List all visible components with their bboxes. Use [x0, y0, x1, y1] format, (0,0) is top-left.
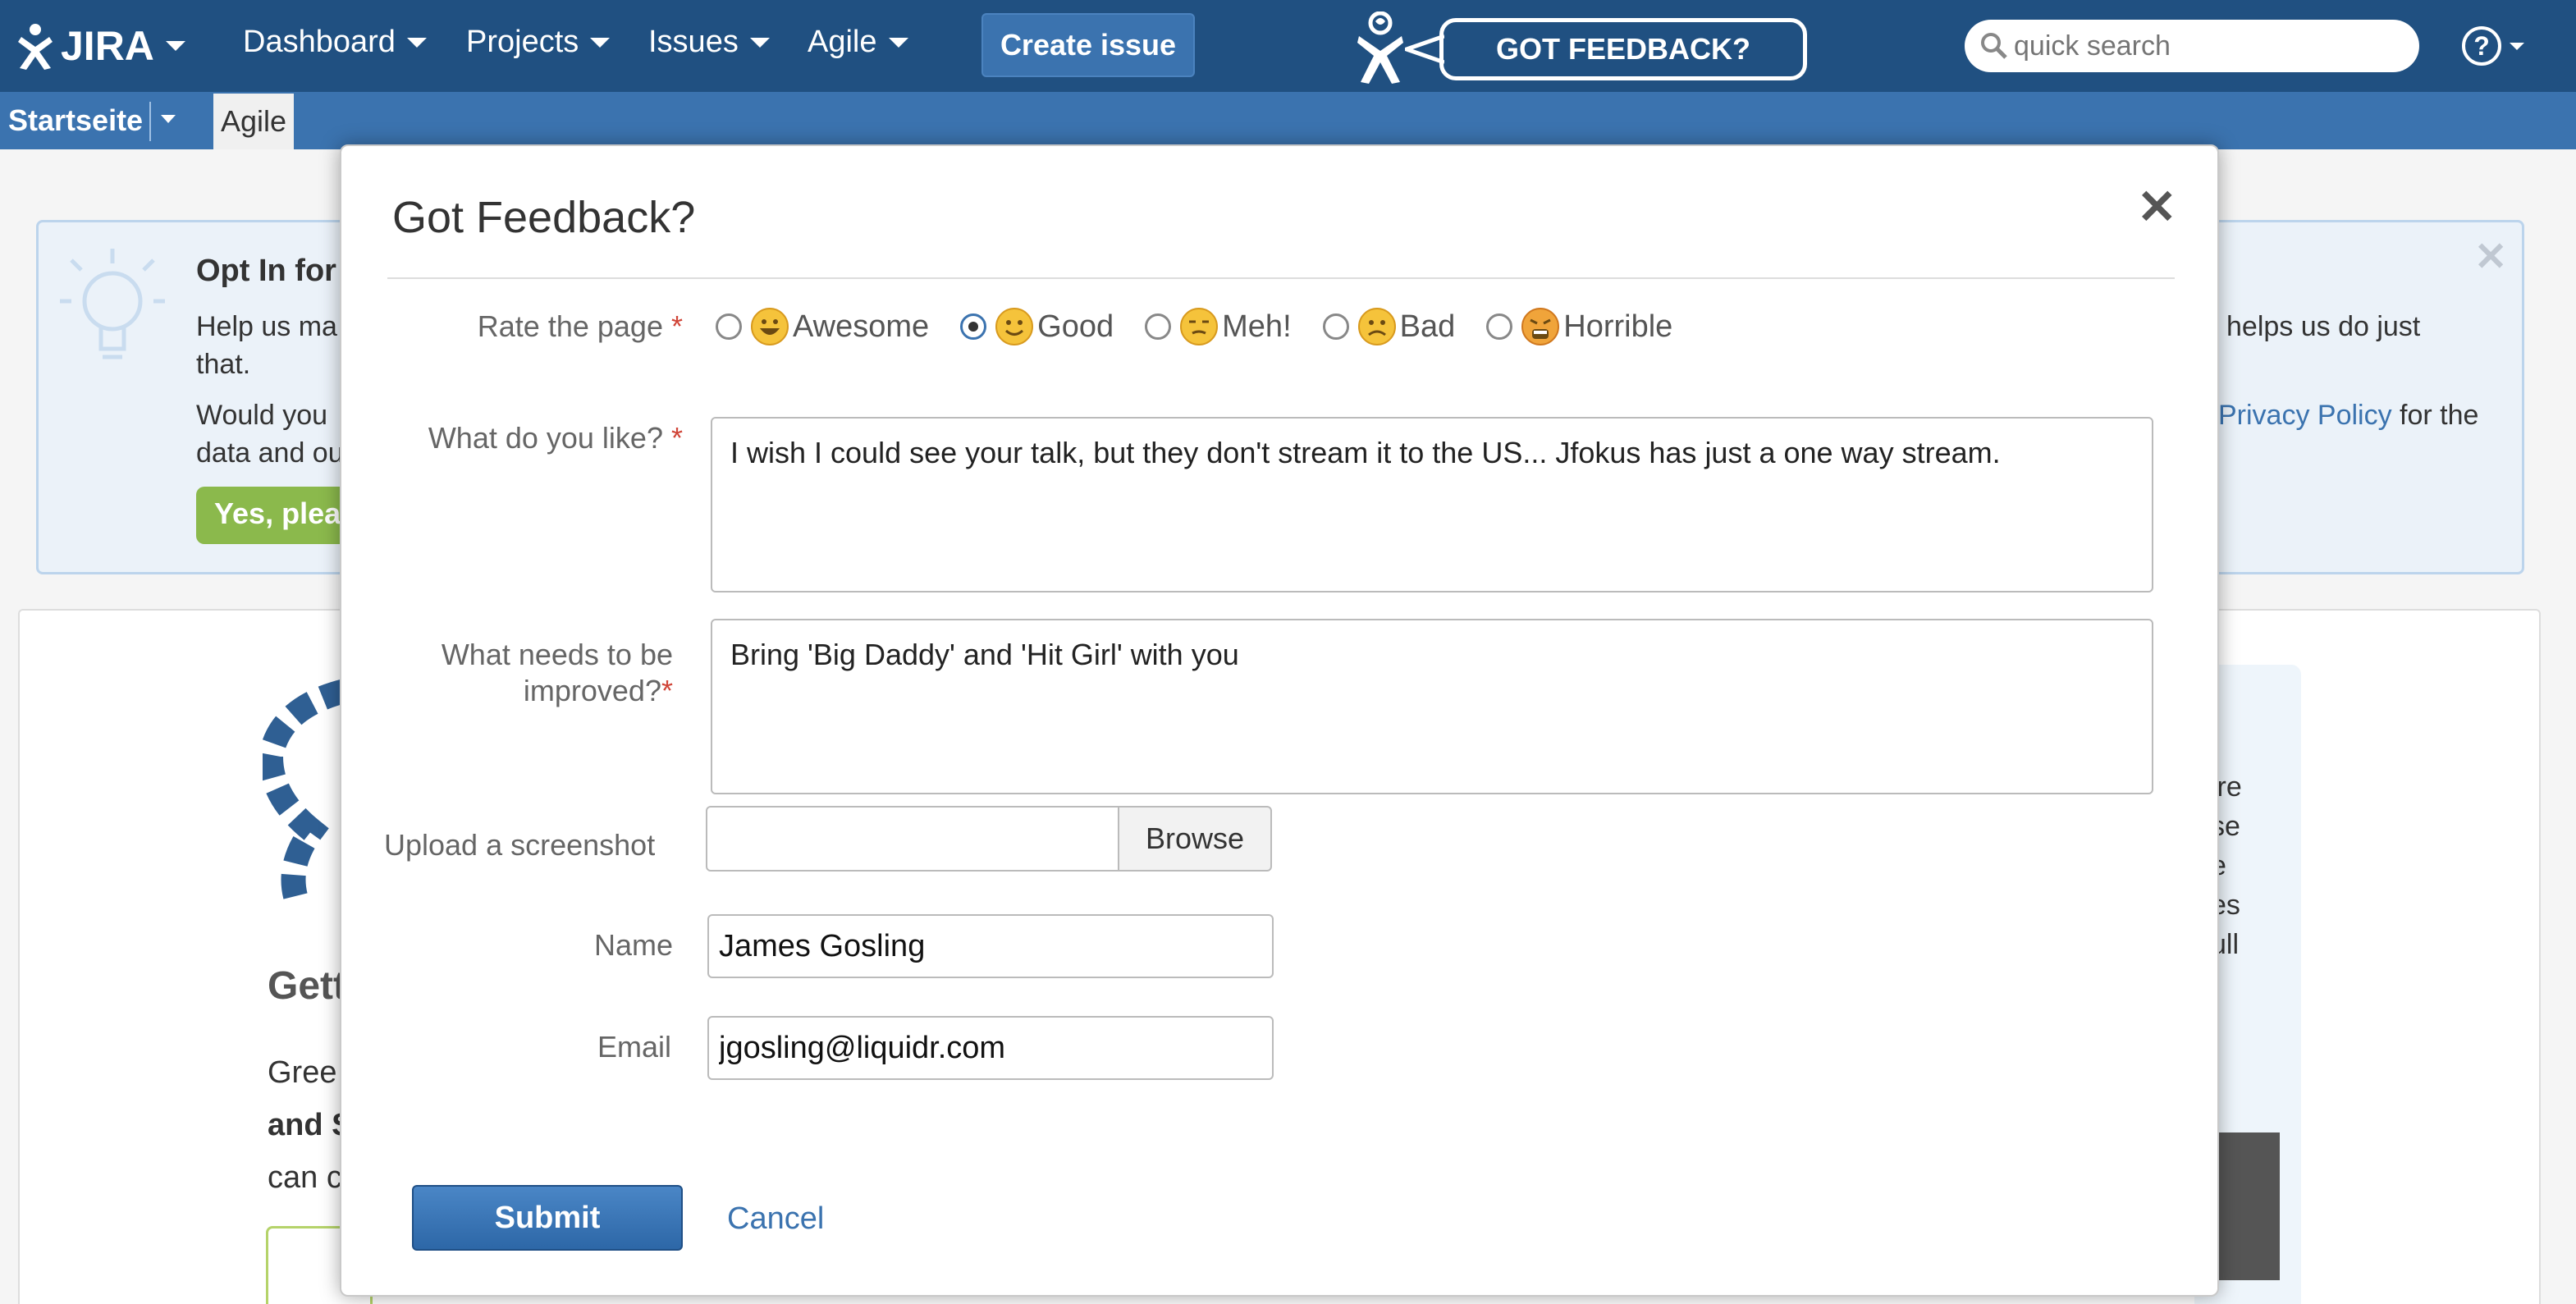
- name-field[interactable]: [707, 914, 1274, 978]
- rating-label-meh: Meh!: [1222, 309, 1292, 344]
- smiley-meh-icon: [1180, 308, 1219, 345]
- rating-radio-awesome[interactable]: [716, 313, 742, 340]
- required-marker: *: [661, 674, 673, 707]
- nav-issues[interactable]: Issues: [648, 25, 770, 60]
- required-marker: *: [670, 309, 683, 343]
- nav-agile-label: Agile: [808, 25, 877, 59]
- rating-radio-good[interactable]: [960, 313, 987, 340]
- opt-in-text-1-start: Help us ma: [196, 311, 337, 342]
- dialog-divider: [387, 277, 2175, 279]
- like-label-text: What do you like?: [428, 421, 663, 455]
- video-thumbnail[interactable]: [2211, 1132, 2280, 1280]
- nav-issues-label: Issues: [648, 25, 739, 59]
- email-label: Email: [597, 1030, 671, 1064]
- opt-in-title: Opt In for: [196, 254, 336, 288]
- startseite-dropdown[interactable]: [149, 102, 182, 141]
- rating-label-awesome: Awesome: [793, 309, 930, 344]
- upload-screenshot-label: Upload a screenshot: [384, 828, 656, 862]
- nav-projects[interactable]: Projects: [466, 25, 611, 60]
- privacy-policy-link[interactable]: Privacy Policy: [2218, 400, 2392, 431]
- opt-in-text-2: Would you data and ou: [196, 396, 360, 472]
- rating-option-good[interactable]: Good: [960, 307, 1114, 346]
- smiley-good-icon: [995, 308, 1034, 345]
- startseite-link[interactable]: Startseite: [8, 103, 143, 138]
- chevron-down-icon: [590, 37, 611, 48]
- rate-the-page-label: Rate the page *: [341, 309, 683, 345]
- jira-logo[interactable]: JIRA: [16, 16, 185, 75]
- rating-radio-horrible[interactable]: [1486, 313, 1513, 340]
- close-icon[interactable]: ✕: [2474, 234, 2507, 280]
- dialog-title: Got Feedback?: [392, 193, 696, 242]
- name-label: Name: [593, 928, 673, 962]
- feedback-mascot-icon[interactable]: [1356, 11, 1405, 85]
- rating-radio-meh[interactable]: [1145, 313, 1172, 340]
- lightbulb-icon: [60, 249, 165, 359]
- nav-dashboard-label: Dashboard: [243, 25, 396, 59]
- rating-group: Awesome Good Meh! Bad Horrible: [716, 302, 1704, 351]
- search-input[interactable]: [2014, 30, 2400, 62]
- smiley-horrible-icon: [1521, 308, 1560, 345]
- feedback-dialog: Got Feedback? ✕ Rate the page * Awesome …: [340, 144, 2219, 1297]
- opt-in-text-1: Help us ma that.: [196, 308, 360, 383]
- opt-in-text-2-wrap: data and ou: [196, 437, 344, 469]
- jira-logo-text: JIRA: [61, 23, 154, 69]
- rating-option-meh[interactable]: Meh!: [1145, 307, 1292, 346]
- nav-agile[interactable]: Agile: [808, 25, 908, 60]
- opt-in-text-1-wrap: that.: [196, 349, 251, 380]
- submit-button[interactable]: Submit: [412, 1185, 683, 1251]
- nav-projects-label: Projects: [466, 25, 579, 59]
- opt-in-text-2-end: for the: [2391, 400, 2479, 431]
- chevron-down-icon: [2510, 42, 2524, 50]
- improve-label: What needs to be improved?*: [341, 637, 673, 709]
- upload-file-field[interactable]: [706, 806, 1119, 872]
- nav-dashboard[interactable]: Dashboard: [243, 25, 427, 60]
- card-line-1: Gree: [268, 1055, 337, 1090]
- opt-in-text-2-end-row: Privacy Policy for the: [2218, 400, 2478, 432]
- improve-label-line-1: What needs to be: [441, 638, 673, 671]
- rating-label-horrible: Horrible: [1563, 309, 1673, 344]
- browse-button[interactable]: Browse: [1118, 806, 1272, 872]
- what-needs-improved-textarea[interactable]: Bring 'Big Daddy' and 'Hit Girl' with yo…: [711, 619, 2153, 794]
- opt-in-text-2-start: Would you: [196, 400, 328, 431]
- card-line-3: can c: [268, 1160, 342, 1195]
- search-icon: [1981, 33, 2007, 59]
- create-issue-button[interactable]: Create issue: [981, 13, 1195, 77]
- smiley-awesome-icon: [751, 308, 789, 345]
- chevron-down-icon: [888, 37, 908, 48]
- rating-option-horrible[interactable]: Horrible: [1486, 307, 1672, 346]
- opt-in-text-1-end: helps us do just: [2226, 311, 2421, 342]
- rating-radio-bad[interactable]: [1322, 313, 1349, 340]
- chevron-down-icon: [161, 115, 176, 123]
- sub-navigation: [0, 92, 2576, 149]
- close-icon[interactable]: ✕: [2137, 179, 2177, 235]
- help-icon: ?: [2462, 26, 2501, 66]
- rating-label-good: Good: [1037, 309, 1114, 344]
- what-do-you-like-textarea[interactable]: I wish I could see your talk, but they d…: [711, 417, 2153, 593]
- rate-label-text: Rate the page: [477, 309, 663, 343]
- what-do-you-like-label: What do you like? *: [341, 420, 683, 456]
- chevron-down-icon[interactable]: [165, 41, 185, 51]
- jira-logo-icon: [18, 24, 53, 70]
- rating-option-bad[interactable]: Bad: [1322, 307, 1456, 346]
- tab-agile[interactable]: Agile: [213, 94, 294, 149]
- chevron-down-icon: [406, 37, 427, 48]
- improve-label-line-2: improved?: [523, 674, 661, 707]
- email-field[interactable]: [707, 1016, 1274, 1080]
- quick-search[interactable]: [1965, 20, 2419, 72]
- got-feedback-button[interactable]: GOT FEEDBACK?: [1439, 18, 1807, 80]
- cancel-link[interactable]: Cancel: [727, 1201, 824, 1237]
- smiley-bad-icon: [1357, 308, 1396, 345]
- help-menu[interactable]: ?: [2462, 26, 2524, 66]
- card-heading: Gett: [268, 964, 346, 1008]
- required-marker: *: [670, 421, 683, 455]
- speech-bubble-tail-icon: [1405, 34, 1444, 65]
- chevron-down-icon: [749, 37, 770, 48]
- rating-label-bad: Bad: [1399, 309, 1456, 344]
- rating-option-awesome[interactable]: Awesome: [716, 307, 929, 346]
